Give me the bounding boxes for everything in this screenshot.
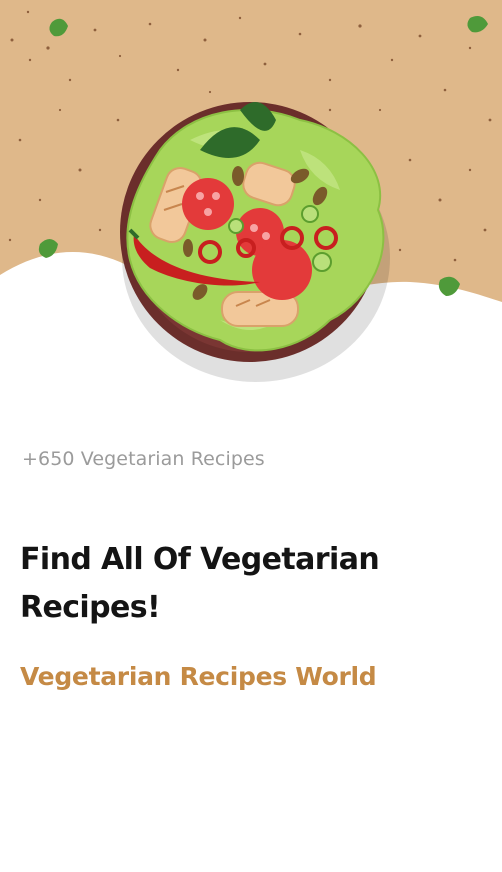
- hero-illustration: [0, 0, 502, 440]
- brand-name: Vegetarian Recipes World: [20, 662, 377, 691]
- recipe-count: +650 Vegetarian Recipes: [22, 448, 265, 470]
- headline: Find All Of Vegetarian Recipes!: [20, 542, 380, 625]
